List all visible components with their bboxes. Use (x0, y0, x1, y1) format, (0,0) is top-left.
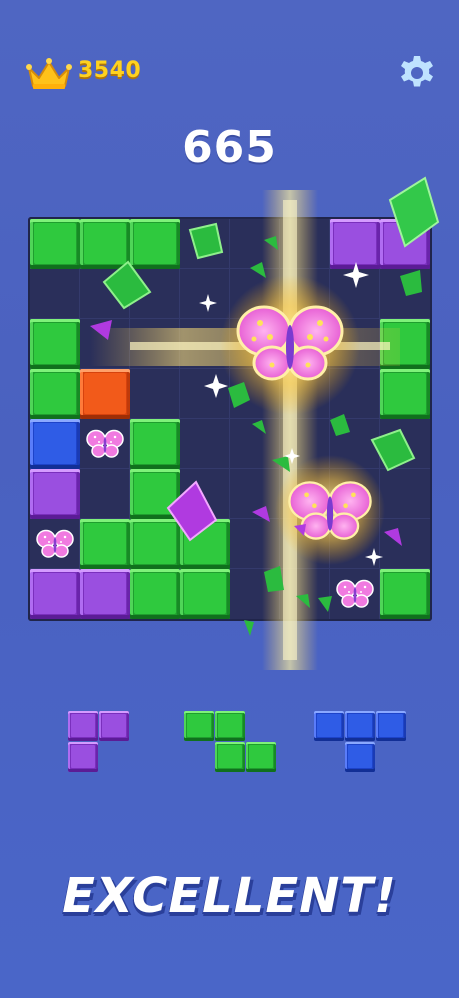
piece-block (314, 711, 344, 741)
grid-line (30, 318, 430, 319)
current-score: 665 (182, 122, 277, 173)
block-green (380, 369, 430, 419)
crown-icon (26, 58, 72, 89)
butterfly-icon (80, 419, 130, 469)
piece-block (345, 742, 375, 772)
piece-block (184, 711, 214, 741)
block-green (80, 219, 130, 269)
piece-block (99, 711, 129, 741)
butterfly-icon (30, 519, 80, 569)
grid-line (329, 219, 330, 619)
block-green (130, 419, 180, 469)
block-purple (30, 469, 80, 519)
block-green (180, 519, 230, 569)
piece-block (376, 711, 406, 741)
block-purple (380, 219, 430, 269)
piece-blue-t[interactable] (314, 711, 406, 773)
piece-block (68, 711, 98, 741)
game-board[interactable] (28, 217, 432, 621)
piece-block (345, 711, 375, 741)
block-green (180, 569, 230, 619)
block-purple (80, 569, 130, 619)
excellent-banner: EXCELLENT! (62, 868, 397, 924)
block-green (130, 569, 180, 619)
block-green (380, 319, 430, 369)
block-purple (330, 219, 380, 269)
butterfly-icon (330, 569, 380, 619)
block-green (380, 569, 430, 619)
block-green (130, 219, 180, 269)
block-green (30, 319, 80, 369)
piece-block (68, 742, 98, 772)
piece-block (215, 711, 245, 741)
block-green (30, 219, 80, 269)
grid-line (279, 219, 280, 619)
piece-block (246, 742, 276, 772)
piece-green-z[interactable] (184, 711, 276, 773)
coin-count: 3540 (78, 58, 142, 83)
gear-icon[interactable] (397, 53, 437, 93)
block-orange (80, 369, 130, 419)
block-green (130, 519, 180, 569)
block-green (130, 469, 180, 519)
block-green (80, 519, 130, 569)
grid-line (379, 219, 380, 619)
block-blue (30, 419, 80, 469)
block-green (30, 369, 80, 419)
piece-purple-corner[interactable] (68, 711, 130, 773)
piece-block (215, 742, 245, 772)
block-purple (30, 569, 80, 619)
